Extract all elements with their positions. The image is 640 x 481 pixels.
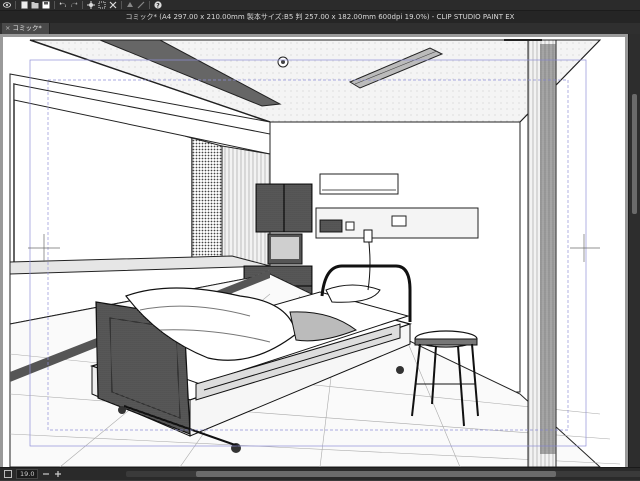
toolbar-separator <box>54 1 55 9</box>
new-file-icon[interactable] <box>20 1 28 9</box>
transform-icon[interactable] <box>98 1 106 9</box>
horizontal-scroll-thumb[interactable] <box>196 470 557 477</box>
tab-comic[interactable]: × コミック* <box>2 23 50 34</box>
vertical-scroll-thumb[interactable] <box>632 94 637 214</box>
tab-label: コミック* <box>12 24 42 32</box>
horizontal-scroll-area <box>66 468 640 481</box>
zoom-in-icon[interactable] <box>54 470 62 478</box>
tab-close-icon[interactable]: × <box>5 24 10 32</box>
toolbar-separator <box>149 1 150 9</box>
undo-icon[interactable] <box>59 1 67 9</box>
crop-icon[interactable] <box>109 1 117 9</box>
vertical-scrollbar[interactable] <box>628 34 640 467</box>
zoom-out-icon[interactable] <box>42 470 50 478</box>
horizontal-scrollbar[interactable] <box>126 470 640 477</box>
navigator-icon[interactable] <box>4 470 12 478</box>
air-conditioner <box>319 173 399 195</box>
help-icon[interactable]: ? <box>154 1 162 9</box>
canvas-workspace[interactable] <box>0 34 628 467</box>
svg-text:?: ? <box>156 2 160 9</box>
toolbar-separator <box>15 1 16 9</box>
toolbar-separator <box>82 1 83 9</box>
manga-canvas[interactable] <box>0 34 628 467</box>
save-icon[interactable] <box>42 1 50 9</box>
zoom-value[interactable]: 19.0 <box>16 469 39 479</box>
clear-icon[interactable] <box>87 1 95 9</box>
command-bar: ? <box>0 0 640 11</box>
eye-icon[interactable] <box>3 1 11 9</box>
status-bar: 19.0 <box>0 467 640 480</box>
fill-icon[interactable] <box>126 1 134 9</box>
tab-strip: × コミック* <box>0 23 640 34</box>
toolbar-separator <box>121 1 122 9</box>
selection-icon[interactable] <box>137 1 145 9</box>
redo-icon[interactable] <box>70 1 78 9</box>
open-file-icon[interactable] <box>31 1 39 9</box>
window-title: コミック* (A4 297.00 x 210.00mm 製本サイズ:B5 判 2… <box>0 11 640 23</box>
